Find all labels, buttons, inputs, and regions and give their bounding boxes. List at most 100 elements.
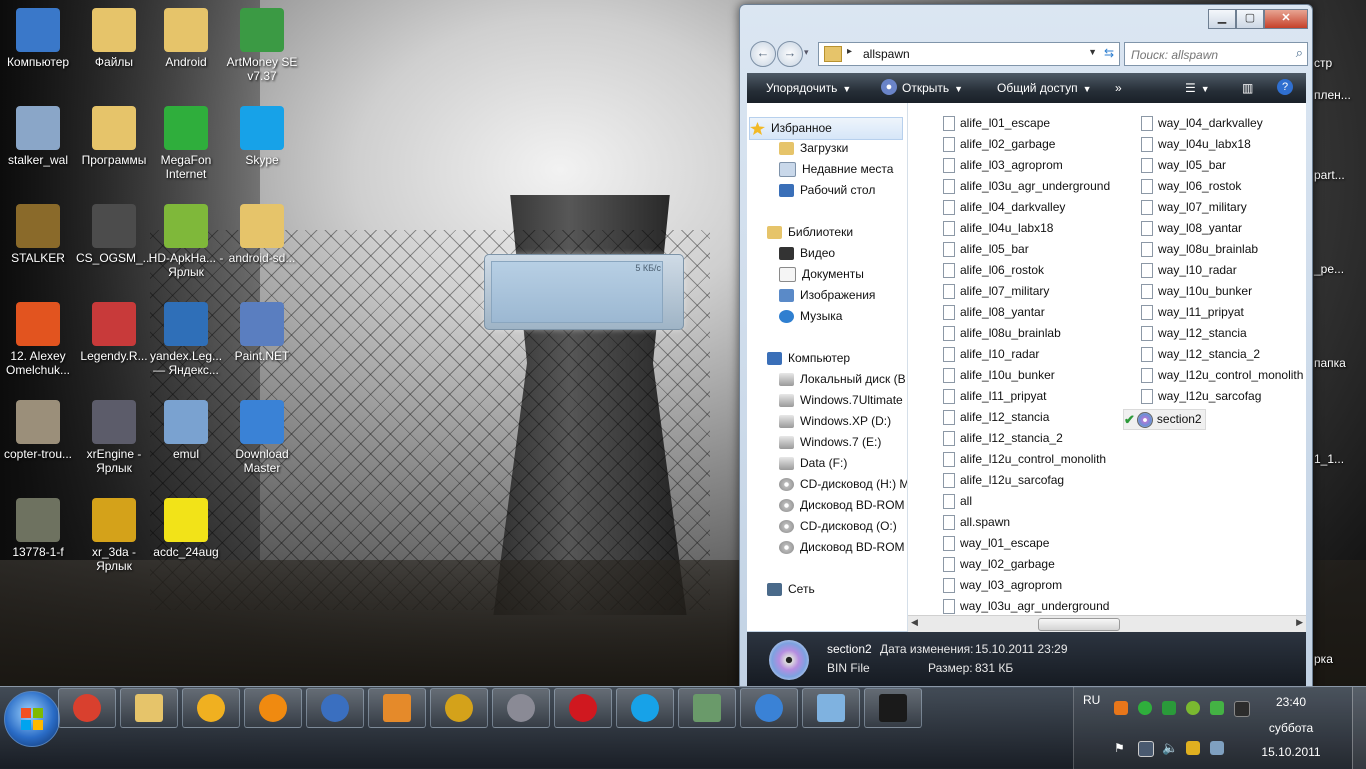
show-desktop-button[interactable] bbox=[1352, 687, 1366, 769]
help-icon[interactable]: ? bbox=[1277, 79, 1293, 95]
taskbar-button[interactable] bbox=[864, 688, 922, 728]
search-box[interactable]: ⌕ bbox=[1124, 42, 1308, 66]
desktop-icon-item[interactable]: acdc_24aug bbox=[148, 498, 224, 559]
network-icon[interactable] bbox=[1138, 741, 1154, 757]
taskbar-button[interactable] bbox=[182, 688, 240, 728]
desktop-icon-item[interactable]: HD-ApkHa... - Ярлык bbox=[148, 204, 224, 279]
nav-desktop[interactable]: Рабочий стол bbox=[779, 180, 875, 201]
desktop-icon-item[interactable]: Программы bbox=[76, 106, 152, 167]
desktop-icon-item[interactable]: STALKER bbox=[0, 204, 76, 265]
volume-icon[interactable]: 🔈 bbox=[1162, 741, 1178, 755]
file-item[interactable]: way_l10_radar bbox=[1141, 261, 1237, 280]
breadcrumb-path[interactable]: allspawn bbox=[863, 47, 910, 61]
nav-libraries[interactable]: Библиотеки bbox=[767, 222, 853, 243]
nav-drive[interactable]: CD-дисковод (O:) bbox=[779, 516, 897, 537]
file-item[interactable]: way_l03u_agr_underground bbox=[943, 597, 1109, 615]
desktop-icon-item[interactable]: xr_3da - Ярлык bbox=[76, 498, 152, 573]
desktop-icon-item[interactable]: Компьютер bbox=[0, 8, 76, 69]
file-item[interactable]: way_l12_stancia bbox=[1141, 324, 1247, 343]
taskbar-button[interactable] bbox=[492, 688, 550, 728]
file-item-selected[interactable]: ✔ section2 bbox=[1123, 409, 1206, 430]
desktop-icon-item[interactable]: Skype bbox=[224, 106, 300, 167]
desktop-icon-item[interactable]: yandex.Leg... — Яндекс... bbox=[148, 302, 224, 377]
file-item[interactable]: alife_l10u_bunker bbox=[943, 366, 1055, 385]
file-item[interactable]: way_l12u_control_monolith bbox=[1141, 366, 1303, 385]
file-item[interactable]: alife_l06_rostok bbox=[943, 261, 1044, 280]
nav-video[interactable]: Видео bbox=[779, 243, 835, 264]
flag-icon[interactable]: ⚑ bbox=[1114, 741, 1128, 755]
file-item[interactable]: way_l07_military bbox=[1141, 198, 1247, 217]
file-item[interactable]: way_l03_agroprom bbox=[943, 576, 1062, 595]
nav-drive[interactable]: Data (F:) bbox=[779, 453, 847, 474]
desktop-icon-item[interactable]: Paint.NET bbox=[224, 302, 300, 363]
nav-drive[interactable]: CD-дисковод (H:) M bbox=[779, 474, 907, 495]
file-item[interactable]: way_l08u_brainlab bbox=[1141, 240, 1258, 259]
taskbar-button[interactable] bbox=[678, 688, 736, 728]
desktop-icon-item[interactable]: ArtMoney SE v7.37 bbox=[224, 8, 300, 83]
file-item[interactable]: alife_l04u_labx18 bbox=[943, 219, 1053, 238]
nav-favorites[interactable]: Избранное bbox=[749, 117, 903, 140]
desktop-edge-label[interactable]: папка bbox=[1314, 356, 1366, 370]
file-item[interactable]: alife_l07_military bbox=[943, 282, 1049, 301]
desktop-gadget[interactable]: 5 КБ/с bbox=[484, 254, 684, 330]
desktop-edge-label[interactable]: _pe... bbox=[1314, 262, 1366, 276]
maximize-button[interactable]: ▢ bbox=[1236, 9, 1264, 29]
clock-date[interactable]: 15.10.2011 bbox=[1251, 745, 1331, 759]
taskbar-button[interactable] bbox=[554, 688, 612, 728]
share-button[interactable]: Общий доступ ▼ bbox=[997, 81, 1092, 95]
taskbar-button[interactable] bbox=[430, 688, 488, 728]
tray-app-icon[interactable] bbox=[1234, 701, 1250, 717]
history-dropdown-icon[interactable]: ▾ bbox=[804, 47, 809, 58]
file-item[interactable]: way_l10u_bunker bbox=[1141, 282, 1252, 301]
start-button[interactable] bbox=[4, 691, 60, 747]
organize-button[interactable]: Упорядочить ▼ bbox=[766, 81, 851, 95]
desktop-icon-item[interactable]: copter-trou... bbox=[0, 400, 76, 461]
tray-shield-icon[interactable] bbox=[1210, 701, 1224, 715]
tray-battery-icon[interactable] bbox=[1162, 701, 1176, 715]
clock-day[interactable]: суббота bbox=[1251, 721, 1331, 735]
file-item[interactable]: way_l12_stancia_2 bbox=[1141, 345, 1260, 364]
tray-app-icon[interactable] bbox=[1210, 741, 1224, 755]
explorer-window[interactable]: ▁ ▢ ✕ ← → ▾ ▸ allspawn ▼ ⇆ ⌕ Упорядочить… bbox=[739, 4, 1313, 688]
nav-drive[interactable]: Локальный диск (B bbox=[779, 369, 906, 390]
taskbar-button[interactable] bbox=[368, 688, 426, 728]
file-item[interactable]: way_l11_pripyat bbox=[1141, 303, 1244, 322]
file-item[interactable]: alife_l04_darkvalley bbox=[943, 198, 1065, 217]
file-item[interactable]: alife_l10_radar bbox=[943, 345, 1039, 364]
desktop-icon-item[interactable]: Download Master bbox=[224, 400, 300, 475]
back-button[interactable]: ← bbox=[750, 41, 776, 67]
file-item[interactable]: alife_l05_bar bbox=[943, 240, 1029, 259]
file-item[interactable]: alife_l12u_sarcofag bbox=[943, 471, 1064, 490]
file-item[interactable]: alife_l03_agroprom bbox=[943, 156, 1063, 175]
horizontal-scrollbar[interactable]: ◀ ▶ bbox=[908, 615, 1306, 632]
refresh-icon[interactable]: ⇆ bbox=[1104, 46, 1114, 60]
taskbar-button[interactable] bbox=[306, 688, 364, 728]
file-item[interactable]: way_l05_bar bbox=[1141, 156, 1226, 175]
desktop-icon-item[interactable]: android-sd... bbox=[224, 204, 300, 265]
file-item[interactable]: alife_l02_garbage bbox=[943, 135, 1055, 154]
desktop-edge-label[interactable]: 1_1... bbox=[1314, 452, 1366, 466]
file-item[interactable]: way_l06_rostok bbox=[1141, 177, 1241, 196]
search-input[interactable] bbox=[1129, 45, 1283, 65]
file-item[interactable]: way_l02_garbage bbox=[943, 555, 1055, 574]
minimize-button[interactable]: ▁ bbox=[1208, 9, 1236, 29]
desktop-icon-item[interactable]: MegaFon Internet bbox=[148, 106, 224, 181]
tray-app-icon[interactable] bbox=[1114, 701, 1128, 715]
breadcrumb-arrow-icon[interactable]: ▸ bbox=[847, 46, 852, 57]
nav-drive[interactable]: Windows.7 (E:) bbox=[779, 432, 881, 453]
nav-downloads[interactable]: Загрузки bbox=[779, 138, 848, 159]
scroll-left-icon[interactable]: ◀ bbox=[911, 617, 918, 628]
desktop-icon-item[interactable]: Legendy.R... bbox=[76, 302, 152, 363]
file-item[interactable]: way_l04_darkvalley bbox=[1141, 114, 1263, 133]
file-item[interactable]: alife_l12u_control_monolith bbox=[943, 450, 1106, 469]
desktop-icon-item[interactable]: stalker_wal bbox=[0, 106, 76, 167]
file-item[interactable]: alife_l03u_agr_underground bbox=[943, 177, 1110, 196]
preview-pane-icon[interactable]: ▥ bbox=[1242, 81, 1253, 95]
nav-drive[interactable]: Дисковод BD-ROM bbox=[779, 495, 905, 516]
desktop-icon-item[interactable]: CS_OGSM_... bbox=[76, 204, 153, 265]
file-item[interactable]: alife_l08u_brainlab bbox=[943, 324, 1061, 343]
checkmark-icon[interactable]: ✔ bbox=[1124, 410, 1135, 429]
nav-computer[interactable]: Компьютер bbox=[767, 348, 850, 369]
file-item[interactable]: alife_l01_escape bbox=[943, 114, 1050, 133]
desktop-icon-item[interactable]: 13778-1-f bbox=[0, 498, 76, 559]
